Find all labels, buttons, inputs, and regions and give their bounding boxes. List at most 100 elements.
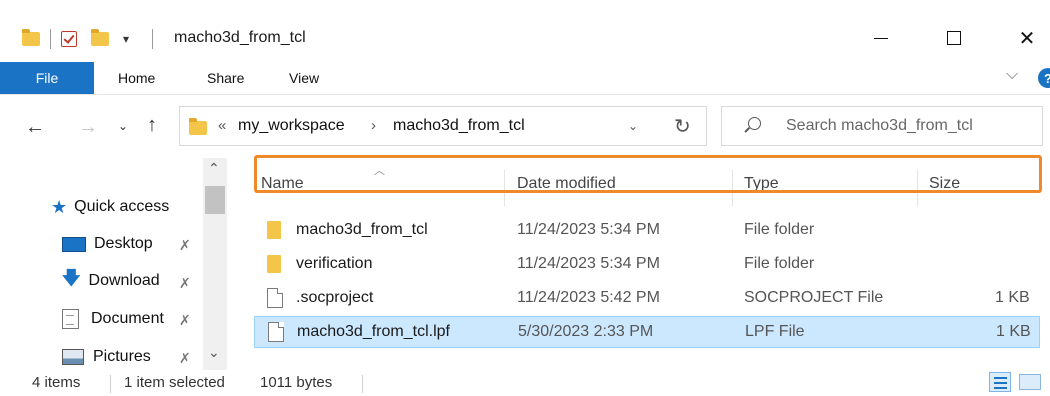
table-row[interactable]: macho3d_from_tcl 11/24/2023 5:34 PM File… [254,215,1040,247]
navigation-bar: ← → ⌄ ↑ « my_workspace › macho3d_from_tc… [0,94,1050,158]
breadcrumb-separator-icon[interactable]: › [371,117,376,134]
folder-icon [267,221,281,239]
table-row[interactable]: verification 11/24/2023 5:34 PM File fol… [254,249,1040,281]
file-type: SOCPROJECT File [744,289,884,306]
file-type: File folder [744,221,815,238]
tab-home[interactable]: Home [118,62,155,94]
navigation-pane: ★ Quick access Desktop 🡇 Download Docume… [0,158,230,370]
divider [50,29,51,49]
column-header-size[interactable]: Size [929,175,960,193]
item-count: 4 items [32,374,81,391]
file-size: 1 KB [996,323,1031,340]
scroll-down-icon[interactable]: ⌄ [208,344,220,361]
download-icon: 🡇 [62,268,81,288]
sidebar-item-label: Pictures [93,348,151,365]
file-type: File folder [744,255,815,272]
sidebar-item-downloads[interactable]: 🡇 Download [62,268,160,294]
sidebar-item-label: Desktop [94,235,153,252]
customize-toolbar-arrow[interactable]: ▾ [123,32,129,46]
tab-view[interactable]: View [289,62,319,94]
file-icon [267,288,283,308]
folder-icon [22,29,40,46]
table-row-selected[interactable]: macho3d_from_tcl.lpf 5/30/2023 2:33 PM L… [254,316,1040,348]
column-header-name[interactable]: Name [261,175,304,193]
search-input[interactable]: Search macho3d_from_tcl [786,117,973,135]
sidebar-item-label: Quick access [74,198,170,215]
back-arrow-icon[interactable]: ← [25,116,45,139]
search-icon [748,117,761,130]
minimize-icon [874,37,888,39]
new-folder-icon[interactable] [91,29,109,46]
selection-info: 1 item selected [124,374,225,391]
file-list: ︿ Name Date modified Type Size macho3d_f… [238,158,1050,370]
table-row[interactable]: .socproject 11/24/2023 5:42 PM SOCPROJEC… [254,283,1040,315]
file-name: verification [296,255,373,272]
desktop-icon [62,236,86,252]
file-date: 5/30/2023 2:33 PM [518,323,654,340]
column-header-date-modified[interactable]: Date modified [517,175,616,193]
pictures-icon [62,349,84,365]
pin-icon[interactable]: ✗ [179,275,191,292]
star-icon: ★ [51,196,68,217]
tab-file[interactable]: File [0,62,94,94]
refresh-icon[interactable]: ↻ [674,114,691,139]
large-icons-view-icon[interactable] [1019,374,1041,390]
minimize-button[interactable] [858,22,904,54]
close-button[interactable]: ✕ [1004,22,1050,54]
scroll-up-icon[interactable]: ⌃ [208,160,220,177]
file-name: macho3d_from_tcl.lpf [297,323,450,340]
file-name: macho3d_from_tcl [296,221,428,238]
address-bar[interactable]: « my_workspace › macho3d_from_tcl ⌄ ↻ [179,106,707,146]
maximize-button[interactable] [931,22,977,54]
divider [362,375,363,393]
properties-checkbox-icon[interactable] [61,31,77,47]
details-view-icon[interactable] [989,372,1011,392]
address-dropdown-chevron-icon[interactable]: ⌄ [628,119,638,133]
breadcrumb-current-folder[interactable]: macho3d_from_tcl [393,117,525,135]
file-size: 1 KB [995,289,1030,306]
file-date: 11/24/2023 5:34 PM [517,221,660,238]
divider [152,29,153,49]
file-icon [268,322,284,342]
selection-size: 1011 bytes [260,374,333,391]
column-divider[interactable] [732,170,733,206]
column-divider[interactable] [917,170,918,206]
expand-ribbon-icon[interactable]: ⌵ [1006,66,1018,84]
ribbon: File Home Share View ⌵ ? [0,62,1050,94]
sidebar-item-label: Document [91,310,164,327]
sidebar-item-label: Download [88,272,160,289]
up-arrow-icon[interactable]: ↑ [147,114,157,137]
sort-ascending-icon: ︿ [374,165,385,177]
breadcrumb-my-workspace[interactable]: my_workspace [238,117,345,135]
sidebar-item-quick-access[interactable]: ★ Quick access [51,194,169,220]
folder-icon [267,255,281,273]
file-type: LPF File [745,323,805,340]
divider [110,375,111,393]
sidebar-item-desktop[interactable]: Desktop [62,231,153,257]
navigation-pane-scrollbar[interactable]: ⌃ ⌄ [203,158,227,370]
file-name: .socproject [296,289,374,306]
breadcrumb-overflow[interactable]: « [218,117,226,134]
column-header-type[interactable]: Type [744,175,779,193]
recent-locations-chevron-icon[interactable]: ⌄ [118,119,128,133]
file-date: 11/24/2023 5:42 PM [517,289,660,306]
column-divider[interactable] [504,170,505,206]
sidebar-item-pictures[interactable]: Pictures [62,344,151,370]
scrollbar-thumb[interactable] [205,186,225,214]
title-bar: ▾ macho3d_from_tcl ✕ [0,0,1050,62]
window-title: macho3d_from_tcl [174,29,306,46]
status-bar: 4 items 1 item selected 1011 bytes [0,370,1050,396]
search-box[interactable]: Search macho3d_from_tcl [721,106,1043,146]
document-icon [62,309,79,329]
folder-icon [189,118,207,135]
pin-icon[interactable]: ✗ [179,350,191,367]
pin-icon[interactable]: ✗ [179,237,191,254]
tab-share[interactable]: Share [207,62,244,94]
quick-access-toolbar: ▾ [22,25,129,53]
file-date: 11/24/2023 5:34 PM [517,255,660,272]
forward-arrow-icon[interactable]: → [78,116,98,139]
maximize-icon [947,31,961,45]
pin-icon[interactable]: ✗ [179,312,191,329]
help-icon[interactable]: ? [1038,68,1050,88]
sidebar-item-documents[interactable]: Document [62,306,164,332]
